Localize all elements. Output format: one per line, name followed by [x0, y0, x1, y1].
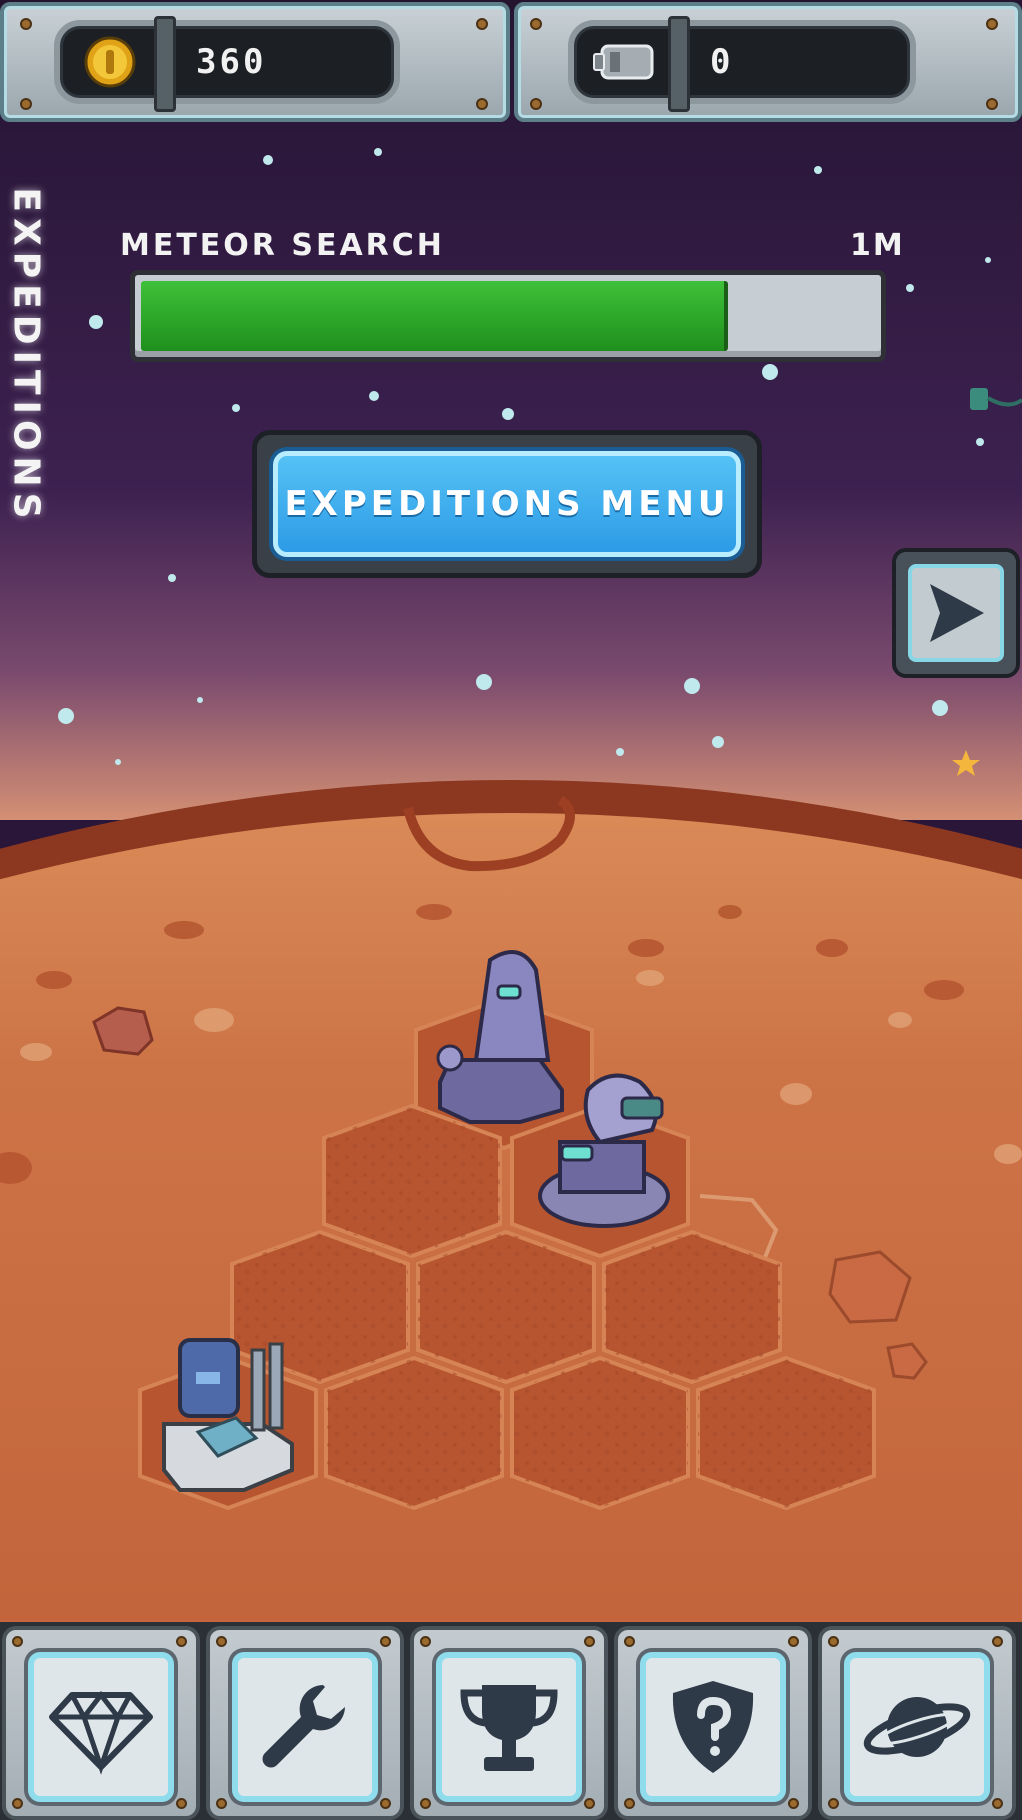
toolbar-button-face	[232, 1652, 378, 1802]
counter-divider	[668, 16, 690, 112]
rivet	[216, 1636, 227, 1647]
rivet	[380, 1798, 391, 1809]
rivet	[530, 18, 542, 30]
rivet	[420, 1636, 431, 1647]
expeditions-menu-label: EXPEDITIONS MENU	[284, 484, 730, 524]
next-area-button[interactable]	[892, 548, 1020, 678]
batteries-value: 0	[710, 42, 734, 82]
rivet	[624, 1798, 635, 1809]
coin-icon	[84, 36, 136, 88]
rivet	[20, 18, 32, 30]
trophy-icon	[460, 1685, 558, 1771]
rivet	[20, 98, 32, 110]
coins-value: 360	[196, 42, 267, 82]
toolbar-button-upgrades[interactable]	[206, 1626, 404, 1820]
wrench-icon	[262, 1685, 345, 1768]
rivet	[476, 98, 488, 110]
toolbar-button-planets[interactable]	[818, 1626, 1016, 1820]
rivet	[12, 1798, 23, 1809]
expedition-progress-bar	[130, 270, 886, 362]
rivet	[624, 1636, 635, 1647]
rivet	[986, 18, 998, 30]
rivet	[788, 1636, 799, 1647]
rivet	[584, 1798, 595, 1809]
diamond-icon	[49, 1690, 153, 1775]
power-plant-building	[162, 1338, 294, 1492]
toolbar-button-face	[640, 1652, 786, 1802]
planet-icon	[863, 1697, 971, 1757]
rivet	[986, 98, 998, 110]
expeditions-menu-button[interactable]: EXPEDITIONS MENU	[273, 451, 741, 557]
rivet	[788, 1798, 799, 1809]
play-arrow-icon	[930, 584, 984, 642]
batteries-panel: 0	[514, 2, 1022, 122]
coins-counter: 360	[54, 16, 400, 112]
rivet	[584, 1636, 595, 1647]
rivet	[828, 1636, 839, 1647]
toolbar-button-face	[436, 1652, 582, 1802]
shield-question-icon	[672, 1681, 754, 1773]
rivet	[828, 1798, 839, 1809]
rivet	[216, 1798, 227, 1809]
coins-panel: 360	[0, 2, 510, 122]
counter-divider	[154, 16, 176, 112]
toolbar-button-achievements[interactable]	[410, 1626, 608, 1820]
expeditions-side-label: EXPEDITIONS	[5, 187, 47, 525]
rivet	[12, 1636, 23, 1647]
rivet	[380, 1636, 391, 1647]
toolbar-button-shop[interactable]	[2, 1626, 200, 1820]
rivet	[476, 18, 488, 30]
expedition-title: METEOR SEARCH	[120, 228, 445, 263]
top-hud: 360 0	[0, 0, 1022, 128]
bottom-toolbar	[0, 1622, 1022, 1820]
expeditions-menu-frame: EXPEDITIONS MENU	[252, 430, 762, 578]
expedition-progress-fill	[141, 281, 728, 351]
toolbar-button-face	[844, 1652, 990, 1802]
expeditions-side-tab[interactable]: EXPEDITIONS	[4, 186, 48, 526]
rivet	[992, 1798, 1003, 1809]
expedition-time-remaining: 1M	[850, 228, 905, 263]
battery-icon	[593, 44, 654, 80]
rivet	[176, 1798, 187, 1809]
rivet	[530, 98, 542, 110]
batteries-counter: 0	[568, 16, 916, 112]
rivet	[176, 1636, 187, 1647]
rivet	[420, 1798, 431, 1809]
toolbar-button-face	[28, 1652, 174, 1802]
toolbar-button-help[interactable]	[614, 1626, 812, 1820]
rivet	[992, 1636, 1003, 1647]
